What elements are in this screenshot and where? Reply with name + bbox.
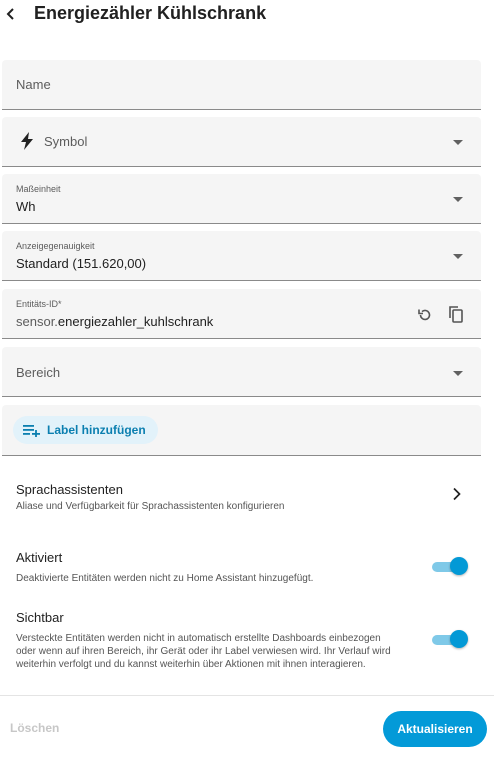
entity-id-field[interactable]: Entitäts-ID* sensor.energiezahler_kuhlsc… — [2, 289, 481, 339]
chevron-down-icon — [453, 140, 463, 145]
name-field[interactable]: Name — [2, 60, 481, 110]
voice-assistants-row[interactable]: Sprachassistenten Aliase und Verfügbarke… — [0, 470, 494, 520]
chevron-down-icon — [453, 371, 463, 376]
restore-icon[interactable] — [416, 306, 434, 324]
playlist-add-icon — [23, 425, 40, 437]
enabled-description: Deaktivierte Entitäten werden nicht zu H… — [16, 573, 314, 584]
enabled-title: Aktiviert — [16, 550, 63, 565]
dialog-header: Energiezähler Kühlschrank — [0, 0, 494, 30]
add-label-button[interactable]: Label hinzufügen — [13, 416, 158, 444]
precision-label: Anzeigegenauigkeit — [16, 241, 95, 251]
unit-select[interactable]: Maßeinheit Wh — [2, 174, 481, 224]
area-picker[interactable]: Bereich — [2, 347, 481, 397]
symbol-placeholder: Symbol — [44, 134, 88, 149]
delete-button[interactable]: Löschen — [10, 721, 59, 735]
visible-description-line: oder wenn auf ihren Bereich, ihr Gerät o… — [16, 646, 391, 657]
add-label-text: Label hinzufügen — [47, 423, 146, 437]
entity-id-value: sensor.energiezahler_kuhlschrank — [16, 314, 213, 329]
precision-select[interactable]: Anzeigegenauigkeit Standard (151.620,00) — [2, 231, 481, 281]
visible-description-line: weiterhin verfolgt und du kannst weiterh… — [16, 659, 366, 670]
footer-divider — [0, 695, 494, 696]
visible-title: Sichtbar — [16, 610, 64, 625]
symbol-picker[interactable]: Symbol — [2, 117, 481, 167]
copy-icon[interactable] — [447, 305, 465, 323]
back-arrow-icon[interactable] — [4, 7, 18, 21]
chevron-down-icon — [453, 197, 463, 202]
visible-description-line: Versteckte Entitäten werden nicht in aut… — [16, 633, 381, 644]
name-placeholder: Name — [16, 77, 51, 92]
visible-toggle[interactable] — [432, 629, 468, 649]
voice-assistants-title: Sprachassistenten — [16, 482, 123, 497]
chevron-down-icon — [453, 254, 463, 259]
unit-value: Wh — [16, 199, 36, 214]
chevron-right-icon — [453, 487, 461, 501]
area-placeholder: Bereich — [16, 365, 61, 380]
enabled-toggle[interactable] — [432, 556, 468, 576]
page-title: Energiezähler Kühlschrank — [34, 3, 267, 23]
visible-description: Versteckte Entitäten werden nicht in aut… — [16, 632, 486, 671]
flash-icon — [21, 132, 33, 150]
labels-field: Label hinzufügen — [2, 405, 481, 456]
entity-id-text: energiezahler_kuhlschrank — [57, 314, 214, 329]
entity-id-prefix: sensor. — [16, 314, 58, 329]
toggle-thumb — [450, 557, 468, 575]
unit-label: Maßeinheit — [16, 184, 61, 194]
update-button[interactable]: Aktualisieren — [383, 711, 487, 747]
voice-assistants-description: Aliase und Verfügbarkeit für Sprachassis… — [16, 501, 285, 512]
entity-id-label: Entitäts-ID* — [16, 299, 62, 309]
precision-value: Standard (151.620,00) — [16, 256, 147, 271]
toggle-thumb — [450, 630, 468, 648]
